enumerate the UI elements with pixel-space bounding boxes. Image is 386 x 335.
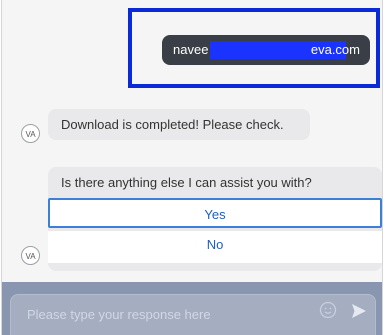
send-icon[interactable] — [351, 303, 367, 319]
bot-message-question: Is there anything else I can assist you … — [61, 175, 312, 190]
message-input[interactable] — [25, 303, 299, 325]
composer-box — [10, 294, 376, 335]
option-no-button[interactable]: No — [48, 231, 382, 263]
chat-transcript: navee eva.com VA Download is completed! … — [2, 0, 382, 282]
option-yes-button[interactable]: Yes — [48, 198, 382, 228]
user-message-start: navee — [173, 42, 209, 57]
user-message-end: eva.com — [310, 42, 360, 57]
bot-message-download: Download is completed! Please check. — [48, 109, 310, 140]
emoji-icon[interactable] — [319, 301, 337, 319]
bot-avatar: VA — [21, 246, 40, 265]
bot-avatar: VA — [21, 124, 40, 143]
composer-bar — [2, 282, 382, 335]
user-message-bubble: navee eva.com — [162, 35, 370, 65]
bot-question-card: Is there anything else I can assist you … — [48, 167, 382, 271]
chat-window: navee eva.com VA Download is completed! … — [1, 0, 383, 335]
